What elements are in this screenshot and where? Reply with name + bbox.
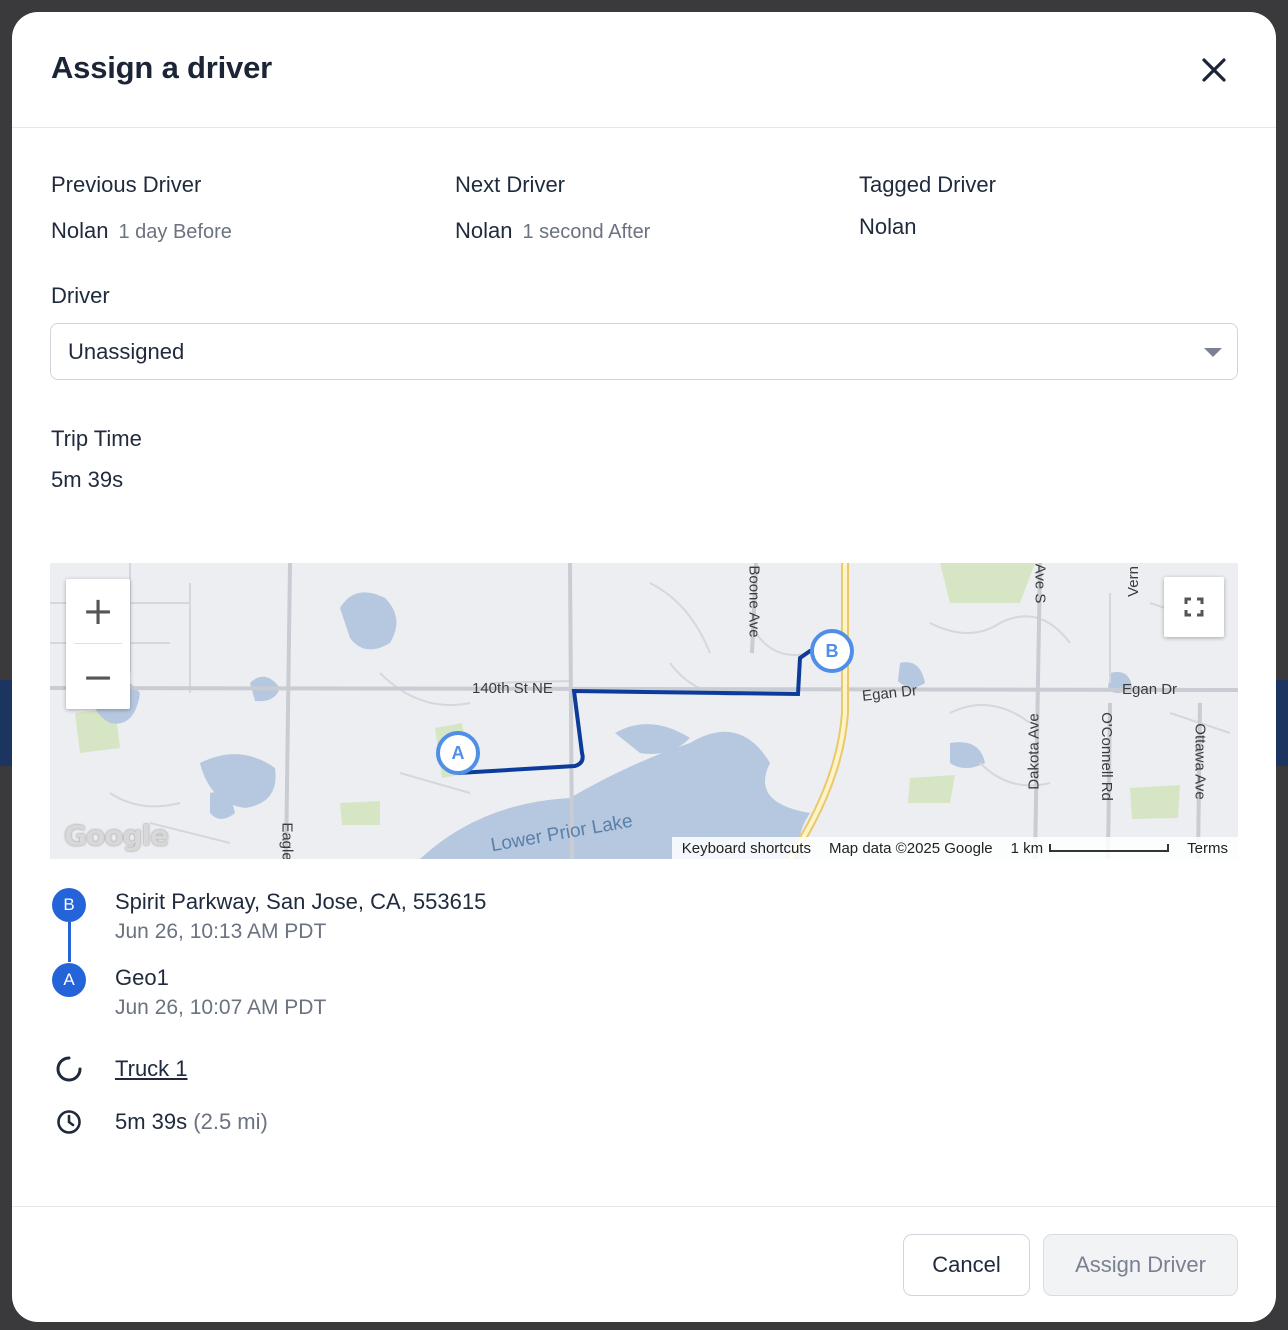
- map-scale-label: 1 km: [1010, 839, 1044, 857]
- driver-select[interactable]: Unassigned: [50, 323, 1238, 380]
- tagged-driver-name: Nolan: [859, 214, 917, 239]
- map-zoom-control: + −: [66, 579, 130, 709]
- map-marker-b[interactable]: B: [810, 629, 854, 673]
- street-label-vern: Vern: [1124, 566, 1142, 597]
- street-label-ottawa: Ottawa Ave: [1191, 723, 1209, 800]
- next-driver: Next Driver Nolan 1 second After: [455, 172, 650, 244]
- zoom-in-button[interactable]: +: [66, 579, 130, 643]
- tagged-driver: Tagged Driver Nolan: [859, 172, 996, 240]
- street-label-oconnell: O'Connell Rd: [1097, 712, 1115, 801]
- map-attribution: Keyboard shortcuts Map data ©2025 Google…: [671, 837, 1238, 859]
- duration-time: 5m 39s: [115, 1109, 188, 1134]
- modal-header: Assign a driver: [12, 12, 1276, 128]
- assign-driver-button[interactable]: Assign Driver: [1043, 1234, 1238, 1296]
- fullscreen-button[interactable]: [1164, 577, 1224, 637]
- chevron-down-icon: [1204, 348, 1222, 357]
- stop-b-time: Jun 26, 10:13 AM PDT: [115, 920, 327, 943]
- terms-link[interactable]: Terms: [1187, 840, 1228, 857]
- next-driver-relative-time: 1 second After: [522, 221, 651, 243]
- fullscreen-icon: [1184, 597, 1204, 617]
- map-scale-bar: [1049, 844, 1170, 852]
- street-label-140th: 140th St NE: [472, 680, 553, 697]
- modal-title: Assign a driver: [51, 50, 272, 85]
- previous-driver-name: Nolan: [51, 218, 109, 243]
- stop-badge-a: A: [52, 963, 86, 997]
- previous-driver: Previous Driver Nolan 1 day Before: [51, 172, 232, 244]
- trip-time-label: Trip Time: [51, 426, 142, 451]
- map-data-text: Map data ©2025 Google: [828, 839, 993, 857]
- map-scale[interactable]: 1 km: [1011, 840, 1170, 857]
- loading-spinner-icon: [56, 1056, 82, 1082]
- route-map[interactable]: 140th St NE Egan Dr Egan Dr Boone Ave Ea…: [50, 563, 1238, 859]
- trip-time-value: 5m 39s: [51, 467, 124, 492]
- vehicle-link-wrap: Truck 1: [115, 1056, 188, 1082]
- cancel-button[interactable]: Cancel: [903, 1234, 1030, 1296]
- previous-driver-label: Previous Driver: [51, 172, 202, 197]
- street-label-ave-s: Ave S: [1031, 563, 1049, 604]
- vehicle-row: Truck 1: [54, 1054, 188, 1084]
- next-driver-name: Nolan: [455, 218, 513, 243]
- duration-distance: (2.5 mi): [193, 1109, 268, 1134]
- stop-a-time: Jun 26, 10:07 AM PDT: [115, 996, 327, 1019]
- assign-driver-modal: Assign a driver Previous Driver Nolan 1 d…: [12, 12, 1276, 1322]
- map-base: [50, 563, 1238, 859]
- driver-select-label: Driver: [51, 283, 110, 308]
- close-icon[interactable]: [1196, 52, 1232, 88]
- keyboard-shortcuts-link[interactable]: Keyboard shortcuts: [682, 840, 811, 857]
- modal-footer: Cancel Assign Driver: [12, 1206, 1276, 1322]
- street-label-egan-east: Egan Dr: [1122, 681, 1178, 698]
- tagged-driver-label: Tagged Driver: [859, 172, 996, 197]
- previous-driver-relative-time: 1 day Before: [118, 221, 232, 243]
- stop-badge-b: B: [52, 888, 86, 922]
- clock-icon: [57, 1110, 81, 1134]
- duration-text: 5m 39s (2.5 mi): [115, 1109, 268, 1135]
- street-label-dakota: Dakota Ave: [1025, 713, 1043, 790]
- duration-row: 5m 39s (2.5 mi): [54, 1107, 268, 1137]
- driver-select-value: Unassigned: [68, 339, 185, 364]
- street-label-eagle: Eagle: [278, 822, 296, 859]
- street-label-boone: Boone Ave: [745, 565, 763, 638]
- zoom-out-button[interactable]: −: [66, 645, 130, 709]
- next-driver-label: Next Driver: [455, 172, 566, 197]
- zoom-divider: [74, 643, 122, 644]
- map-marker-a[interactable]: A: [436, 731, 480, 775]
- google-logo: Google: [64, 819, 169, 852]
- stop-a-address: Geo1: [115, 965, 169, 990]
- stop-b-address: Spirit Parkway, San Jose, CA, 553615: [115, 889, 487, 914]
- vehicle-link[interactable]: Truck 1: [115, 1056, 188, 1081]
- stop-connector: [68, 922, 71, 962]
